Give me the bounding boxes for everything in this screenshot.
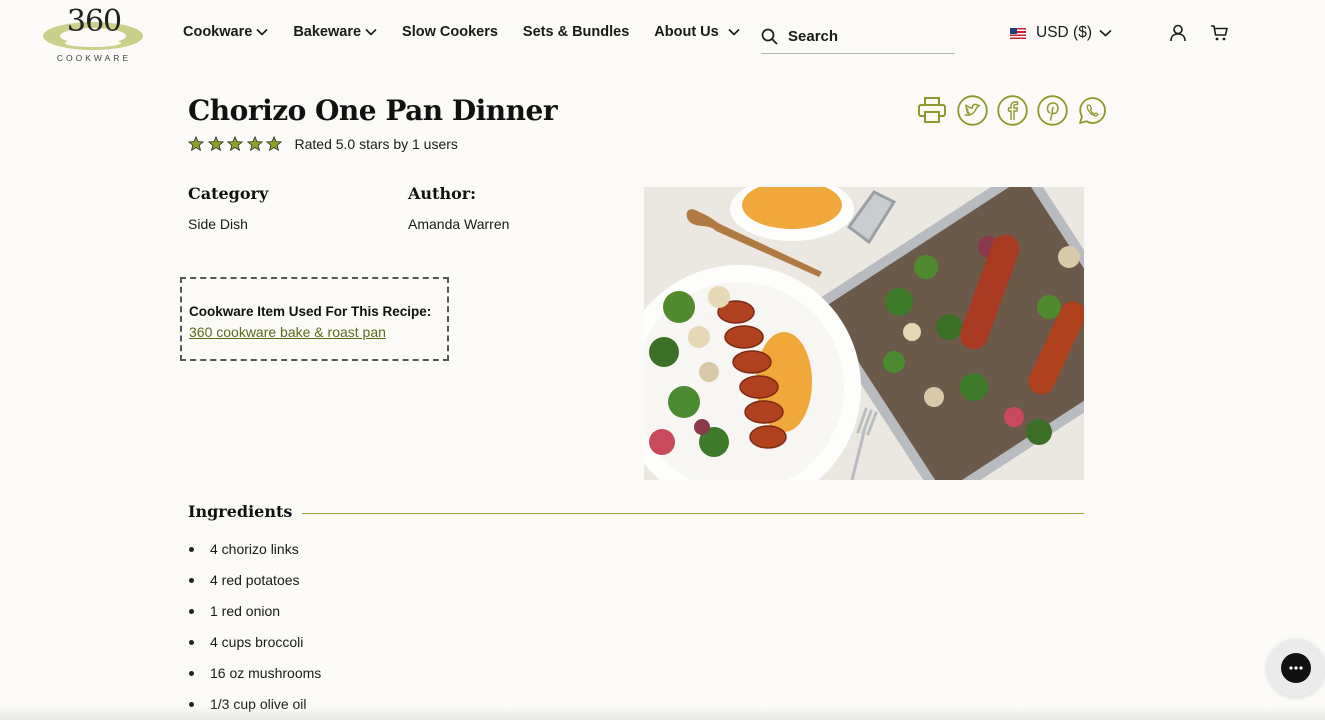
cookware-used-title: Cookware Item Used For This Recipe: [189, 304, 432, 319]
facebook-icon [996, 94, 1028, 126]
ingredient-text: 1 red onion [210, 603, 281, 619]
chevron-down-icon [256, 28, 268, 36]
chat-bubble-icon [1281, 653, 1311, 683]
recipe-photo-illustration [644, 187, 1084, 480]
nav-item-about-us[interactable]: About Us [654, 24, 740, 40]
list-item: 1 red onion [188, 603, 321, 634]
bullet-icon [189, 547, 194, 552]
star-icon [227, 136, 243, 152]
star-icon [207, 136, 224, 152]
nav-item-cookware[interactable]: Cookware [183, 24, 268, 40]
chat-button[interactable] [1267, 639, 1325, 697]
print-icon [918, 97, 946, 123]
ingredients-divider [302, 513, 1084, 514]
ingredient-text: 1/3 cup olive oil [210, 696, 307, 712]
pinterest-icon [1036, 94, 1068, 126]
pinterest-share-button[interactable] [1036, 94, 1068, 126]
recipe-rating: Rated 5.0 stars by 1 users [188, 136, 458, 152]
category-label: Category [188, 184, 269, 203]
list-item: 4 cups broccoli [188, 634, 321, 665]
logo-number: 360 [66, 4, 122, 39]
chevron-down-icon [365, 28, 377, 36]
site-logo[interactable]: 360 COOKWARE [42, 4, 146, 64]
cart-button[interactable] [1210, 24, 1229, 47]
cookware-used-box: Cookware Item Used For This Recipe: 360 … [180, 277, 449, 361]
author-value: Amanda Warren [408, 216, 510, 232]
star-icon [266, 136, 282, 152]
ingredient-text: 4 red potatoes [210, 572, 300, 588]
list-item: 16 oz mushrooms [188, 665, 321, 696]
share-bar [916, 94, 1116, 126]
bullet-icon [189, 578, 194, 583]
star-icon [188, 136, 204, 152]
account-button[interactable] [1169, 24, 1187, 47]
recipe-photo [644, 187, 1084, 480]
list-item: 4 red potatoes [188, 572, 321, 603]
bullet-icon [189, 671, 194, 676]
nav-item-slow-cookers[interactable]: Slow Cookers [402, 24, 498, 40]
us-flag-icon [1010, 27, 1026, 39]
ingredients-header: Ingredients [188, 502, 1084, 521]
nav-item-label: Sets & Bundles [522, 24, 630, 40]
ingredients-list: 4 chorizo links 4 red potatoes 1 red oni… [188, 541, 321, 720]
twitter-icon [956, 94, 988, 126]
twitter-share-button[interactable] [956, 94, 988, 126]
bullet-icon [189, 702, 194, 707]
recipe-title: Chorizo One Pan Dinner [188, 94, 558, 127]
ingredient-text: 4 cups broccoli [210, 634, 304, 650]
search-placeholder: Search [788, 28, 839, 45]
logo-wordmark: COOKWARE [56, 53, 132, 63]
facebook-share-button[interactable] [996, 94, 1028, 126]
cookware-product-link[interactable]: 360 cookware bake & roast pan [189, 324, 386, 340]
site-header: 360 COOKWARE Cookware Bakeware Slow Cook… [0, 0, 1325, 68]
nav-item-label: About Us [654, 24, 719, 40]
ingredient-text: 16 oz mushrooms [210, 665, 322, 681]
cart-icon [1211, 25, 1228, 41]
bullet-icon [189, 640, 194, 645]
nav-item-label: Slow Cookers [402, 24, 498, 40]
chevron-down-icon [728, 28, 740, 36]
star-icon [246, 136, 263, 152]
nav-item-label: Bakeware [293, 24, 362, 40]
whatsapp-share-button[interactable] [1076, 94, 1108, 126]
author-label: Author: [408, 184, 477, 203]
rating-text: Rated 5.0 stars by 1 users [294, 136, 458, 152]
bullet-icon [189, 609, 194, 614]
rating-stars [188, 136, 286, 152]
search-icon [761, 28, 778, 45]
print-button[interactable] [916, 94, 948, 126]
list-item: 1/3 cup olive oil [188, 696, 321, 720]
category-value: Side Dish [188, 216, 248, 232]
nav-item-sets-bundles[interactable]: Sets & Bundles [523, 24, 629, 40]
whatsapp-icon [1078, 96, 1106, 124]
user-icon [1170, 24, 1186, 42]
nav-item-bakeware[interactable]: Bakeware [293, 24, 377, 40]
ingredients-title: Ingredients [188, 502, 293, 521]
list-item: 4 chorizo links [188, 541, 321, 572]
search-input[interactable]: Search [761, 20, 955, 54]
chevron-down-icon [1099, 29, 1112, 37]
ingredient-text: 4 chorizo links [210, 541, 299, 557]
currency-label: USD ($) [1036, 24, 1092, 41]
currency-selector[interactable]: USD ($) [1010, 24, 1112, 42]
main-nav: Cookware Bakeware Slow Cookers Sets & Bu… [183, 24, 765, 40]
nav-item-label: Cookware [183, 24, 253, 40]
